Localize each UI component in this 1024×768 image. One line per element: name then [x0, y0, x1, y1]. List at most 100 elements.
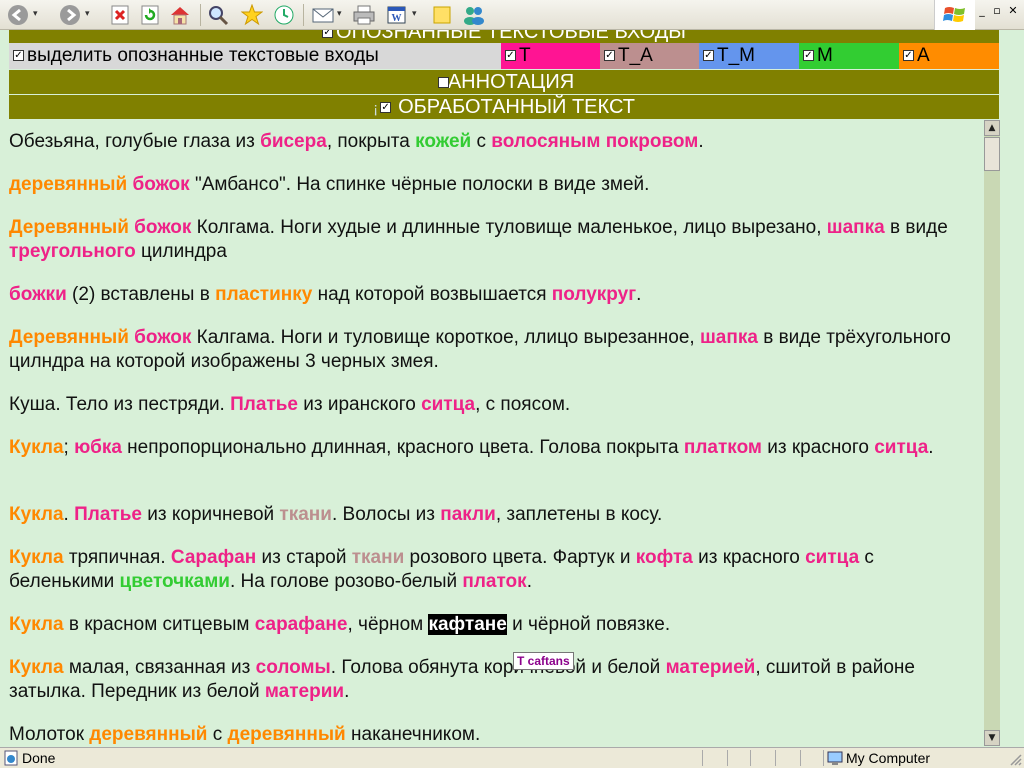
highlighted-term[interactable]: Сарафан [171, 547, 256, 568]
highlighted-term[interactable]: деревянный [89, 724, 207, 745]
highlighted-term[interactable]: шапка [700, 327, 758, 348]
highlighted-term[interactable]: платок [462, 571, 526, 592]
print-icon[interactable] [352, 3, 376, 27]
filter-T-checkbox[interactable]: ✓ [505, 50, 516, 62]
close-button[interactable]: ✕ [1006, 4, 1020, 17]
back-dropdown[interactable]: ▾ [33, 9, 38, 19]
processed-text-content: Обезьяна, голубые глаза из бисера, покры… [0, 122, 984, 746]
svg-text:W: W [392, 13, 402, 24]
highlighted-term[interactable]: Деревянный [9, 327, 129, 348]
highlighted-term[interactable]: Кукла [9, 437, 64, 458]
highlighted-term[interactable]: ситца [805, 547, 859, 568]
annotation-band: АННОТАЦИЯ [9, 70, 999, 94]
highlighted-term[interactable]: волосяным покровом [491, 131, 698, 152]
minimize-button[interactable]: _ [975, 4, 989, 17]
scroll-down-button[interactable]: ▼ [984, 730, 1000, 746]
highlighted-term[interactable]: Кукла [9, 504, 64, 525]
recognized-inputs-checkbox[interactable]: ✓ [322, 30, 334, 39]
highlighted-term[interactable]: божок [134, 217, 191, 238]
edit-dropdown[interactable]: ▾ [412, 9, 417, 19]
highlighted-term[interactable]: шапка [827, 217, 885, 238]
highlighted-term[interactable]: юбка [74, 437, 122, 458]
status-text: Done [22, 750, 56, 766]
scroll-up-button[interactable]: ▲ [984, 120, 1000, 136]
windows-logo-icon [934, 0, 975, 30]
filter-T[interactable]: ✓ T [501, 43, 600, 69]
processed-text-label: ОБРАБОТАННЫЙ ТЕКСТ [398, 96, 635, 118]
highlighted-term[interactable]: полукруг [552, 284, 636, 305]
highlighted-term[interactable]: Кукла [9, 614, 64, 635]
highlight-all-label: выделить опознанные текстовые входы [27, 45, 379, 66]
mail-icon[interactable] [311, 3, 335, 27]
highlighted-term[interactable]: божки [9, 284, 67, 305]
edit-icon[interactable]: W [385, 3, 409, 27]
restore-button[interactable]: ▫ [990, 4, 1004, 17]
history-icon[interactable] [272, 3, 296, 27]
home-icon[interactable] [168, 3, 192, 27]
highlighted-term[interactable]: божок [132, 174, 189, 195]
filter-T_A-checkbox[interactable]: ✓ [604, 50, 615, 62]
filter-T_M[interactable]: ✓ T_M [699, 43, 799, 69]
highlighted-term[interactable]: ткани [279, 504, 332, 525]
highlighted-term[interactable]: материи [265, 681, 344, 702]
filter-A-checkbox[interactable]: ✓ [903, 50, 914, 62]
processed-text-checkbox[interactable]: ✓ [380, 102, 392, 114]
text-paragraph: божки (2) вставлены в пластинку над кото… [9, 284, 642, 305]
forward-icon[interactable] [58, 3, 82, 27]
highlighted-term[interactable]: Платье [230, 394, 298, 415]
filter-A[interactable]: ✓ A [899, 43, 999, 69]
text-paragraph: Деревянный божок Калгама. Ноги и туловищ… [9, 327, 951, 372]
filter-T_M-label: T_M [717, 45, 755, 66]
highlighted-term[interactable]: пакли [440, 504, 496, 525]
highlighted-term[interactable]: цветочками [120, 571, 230, 592]
highlighted-term[interactable]: платком [684, 437, 762, 458]
highlighted-term[interactable]: деревянный [9, 174, 127, 195]
highlighted-term[interactable]: Кукла [9, 547, 64, 568]
resize-grip-icon[interactable] [1008, 752, 1022, 766]
highlighted-term[interactable]: соломы [256, 657, 331, 678]
highlighted-term[interactable]: бисера [260, 131, 327, 152]
text-paragraph: Молоток деревянный с деревянный наканечн… [9, 724, 481, 745]
annotation-checkbox[interactable] [437, 77, 449, 89]
mail-dropdown[interactable]: ▾ [337, 9, 342, 19]
computer-icon [827, 751, 843, 765]
messenger-icon[interactable] [462, 3, 486, 27]
stop-icon[interactable] [108, 3, 132, 27]
highlighted-term[interactable]: кожей [415, 131, 471, 152]
text-paragraph: Кукла; юбка непропорционально длинная, к… [9, 437, 934, 458]
text-paragraph: Кукла малая, связанная из соломы. Голова… [9, 657, 915, 702]
filter-T_M-checkbox[interactable]: ✓ [703, 50, 714, 62]
highlighted-term[interactable]: ситца [421, 394, 475, 415]
highlighted-term[interactable]: треугольного [9, 241, 136, 262]
refresh-icon[interactable] [138, 3, 162, 27]
highlighted-term[interactable]: кофта [636, 547, 693, 568]
filter-T_A[interactable]: ✓ T_A [600, 43, 699, 69]
processed-text-band: ¡ ✓ ОБРАБОТАННЫЙ ТЕКСТ [9, 95, 999, 119]
scroll-thumb[interactable] [984, 137, 1000, 171]
back-icon[interactable] [6, 3, 30, 27]
filter-M[interactable]: ✓ M [799, 43, 899, 69]
filter-M-checkbox[interactable]: ✓ [803, 50, 814, 62]
text-paragraph: деревянный божок "Амбансо". На спинке чё… [9, 174, 650, 195]
highlighted-term[interactable]: ткани [352, 547, 405, 568]
search-icon[interactable] [206, 3, 230, 27]
highlighted-term[interactable]: кафтане [428, 614, 507, 635]
text-paragraph: Кукла тряпичная. Сарафан из старой ткани… [9, 547, 874, 592]
highlighted-term[interactable]: деревянный [228, 724, 346, 745]
highlighted-term[interactable]: Деревянный [9, 217, 129, 238]
highlighted-term[interactable]: пластинку [215, 284, 312, 305]
highlighted-term[interactable]: сарафане [255, 614, 348, 635]
discuss-icon[interactable] [430, 3, 454, 27]
forward-dropdown[interactable]: ▾ [85, 9, 90, 19]
browser-toolbar: ▾ ▾ ▾ W ▾ _ ▫ ✕ [0, 0, 1024, 30]
recognized-inputs-label: ОПОЗНАННЫЕ ТЕКСТОВЫЕ ВХОДЫ [336, 30, 686, 43]
highlighted-term[interactable]: Платье [74, 504, 142, 525]
highlight-all-toggle[interactable]: ✓ выделить опознанные текстовые входы [9, 43, 501, 69]
highlighted-term[interactable]: Кукла [9, 657, 64, 678]
vertical-scrollbar[interactable]: ▲ ▼ [984, 120, 1000, 746]
highlighted-term[interactable]: материей [666, 657, 756, 678]
favorites-icon[interactable] [240, 3, 264, 27]
highlight-all-checkbox[interactable]: ✓ [13, 50, 24, 62]
highlighted-term[interactable]: божок [134, 327, 191, 348]
highlighted-term[interactable]: ситца [874, 437, 928, 458]
